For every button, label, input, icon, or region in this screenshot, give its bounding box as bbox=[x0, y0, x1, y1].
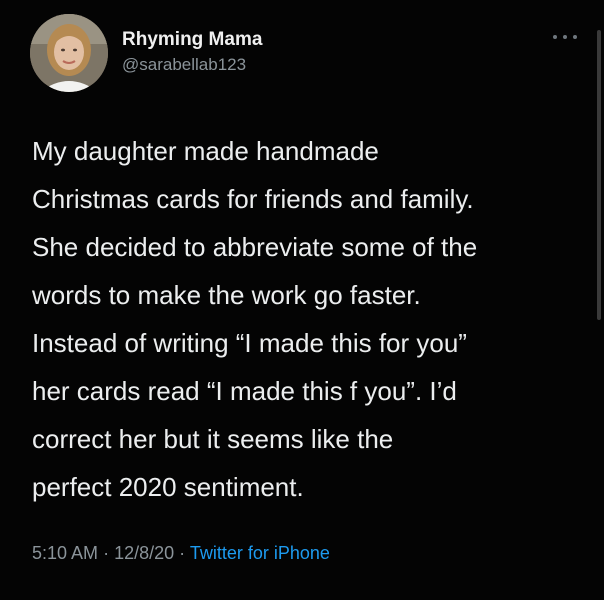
more-options-icon[interactable] bbox=[553, 32, 577, 42]
avatar-image bbox=[30, 14, 108, 92]
meta-separator: · bbox=[179, 543, 186, 563]
tweet-text-line: She decided to abbreviate some of the bbox=[32, 232, 478, 262]
tweet-card: Rhyming Mama @sarabellab123 My daughter … bbox=[0, 0, 604, 600]
tweet-text: My daughter made handmade Christmas card… bbox=[32, 127, 592, 511]
tweet-text-line: words to make the work go faster. bbox=[32, 280, 421, 310]
tweet-meta: 5:10 AM · 12/8/20 · Twitter for iPhone bbox=[32, 541, 330, 565]
tweet-text-line: her cards read “I made this f you”. I’d bbox=[32, 376, 457, 406]
tweet-text-line: My daughter made handmade bbox=[32, 136, 379, 166]
dot bbox=[563, 35, 567, 39]
tweet-text-line: correct her but it seems like the bbox=[32, 424, 394, 454]
author-handle[interactable]: @sarabellab123 bbox=[122, 53, 262, 77]
author-display-name[interactable]: Rhyming Mama bbox=[122, 28, 262, 52]
tweet-text-line: perfect 2020 sentiment. bbox=[32, 472, 304, 502]
author-info: Rhyming Mama @sarabellab123 bbox=[122, 28, 262, 77]
tweet-time[interactable]: 5:10 AM bbox=[32, 543, 98, 563]
scrollbar[interactable] bbox=[597, 30, 601, 320]
dot bbox=[553, 35, 557, 39]
tweet-date[interactable]: 12/8/20 bbox=[114, 543, 174, 563]
meta-separator: · bbox=[103, 543, 110, 563]
tweet-text-line: Instead of writing “I made this for you” bbox=[32, 328, 467, 358]
avatar[interactable] bbox=[30, 14, 108, 92]
tweet-source-link[interactable]: Twitter for iPhone bbox=[190, 543, 330, 563]
tweet-text-line: Christmas cards for friends and family. bbox=[32, 184, 474, 214]
dot bbox=[573, 35, 577, 39]
